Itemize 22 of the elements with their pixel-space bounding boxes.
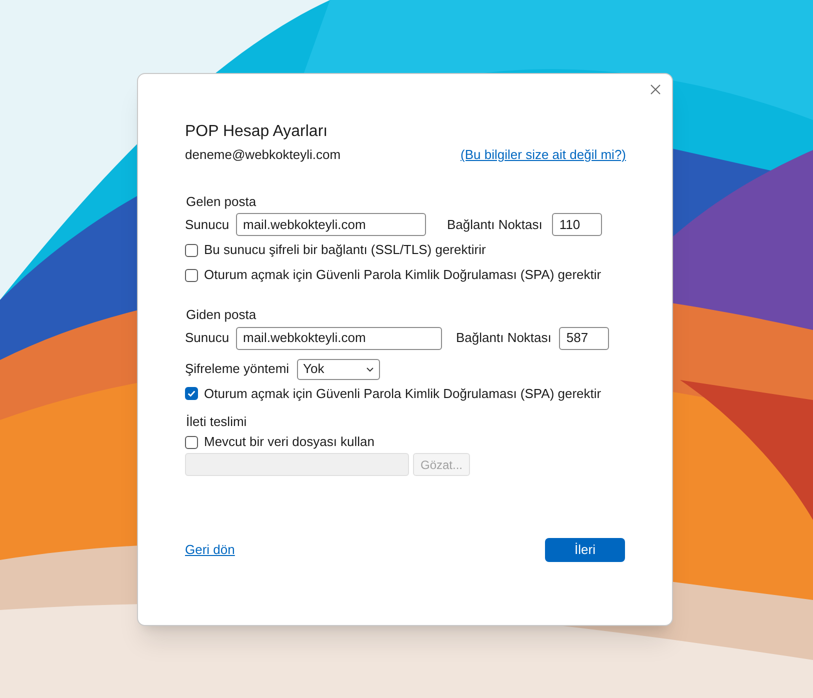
port-label: Bağlantı Noktası	[447, 216, 542, 234]
server-field[interactable]: mail.webkokteyli.com	[236, 326, 442, 350]
encryption-dropdown[interactable]: Yok	[297, 358, 380, 380]
next-button[interactable]: İleri	[545, 538, 625, 562]
checkbox-label: Oturum açmak için Güvenli Parola Kimlik Doğrulaması (SPA) gerektir	[204, 384, 602, 403]
section-heading: Gelen posta	[186, 192, 258, 211]
checkbox-label: Oturum açmak için Güvenli Parola Kimlik Doğrulaması (SPA) gerektir	[204, 266, 602, 284]
port-label: Bağlantı Noktası	[456, 329, 552, 348]
encryption-label: Şifreleme yöntemi	[185, 360, 290, 378]
section-heading: Giden posta	[186, 306, 258, 324]
not-you-link[interactable]: (Bu bilgiler size ait değil mi?)	[460, 145, 626, 164]
server-field[interactable]: mail.webkokteyli.com	[236, 213, 426, 236]
back-link[interactable]: Geri dön	[185, 540, 235, 560]
checkbox-label: Mevcut bir veri dosyası kullan	[204, 433, 375, 452]
section-heading: İleti teslimi	[186, 412, 248, 430]
server-label: Sunucu	[185, 329, 230, 348]
server-label: Sunucu	[185, 216, 230, 234]
email-address: deneme@webkokteyli.com	[185, 146, 341, 164]
port-field[interactable]: 110	[552, 213, 602, 236]
port-field[interactable]: 587	[559, 326, 610, 350]
dialog-title: POP Hesap Ayarları	[185, 122, 329, 142]
checkbox-label: Bu sunucu şifreli bir bağlantı (SSL/TLS) gerektirir	[204, 241, 486, 260]
